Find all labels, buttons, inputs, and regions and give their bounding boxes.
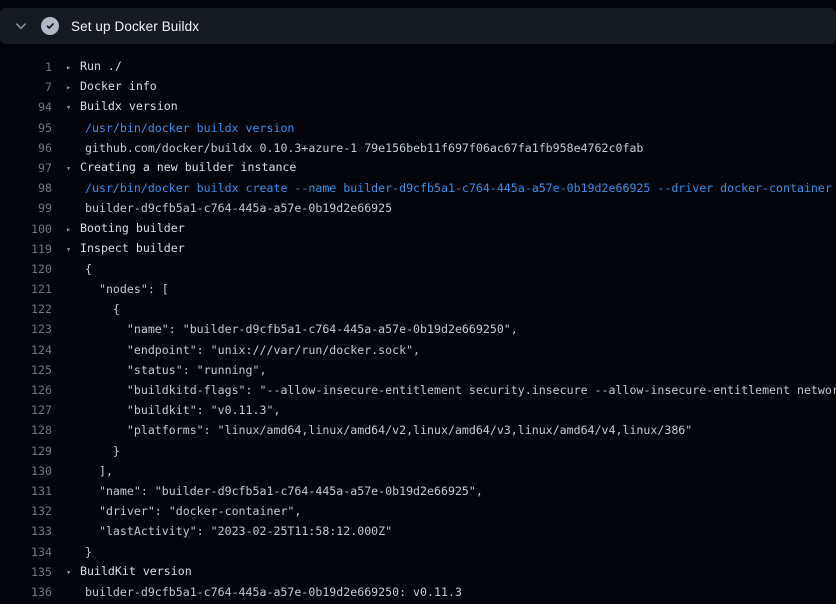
- line-number[interactable]: 132: [0, 501, 52, 521]
- output-text: github.com/docker/buildx 0.10.3+azure-1 …: [66, 138, 643, 158]
- log-line: 128 "platforms": "linux/amd64,linux/amd6…: [0, 420, 836, 440]
- chevron-down-icon[interactable]: [14, 19, 28, 33]
- log-line[interactable]: 94 ▾Buildx version: [0, 97, 836, 117]
- line-number[interactable]: 135: [0, 562, 52, 582]
- line-number[interactable]: 129: [0, 441, 52, 461]
- output-text: builder-d9cfb5a1-c764-445a-a57e-0b19d2e6…: [66, 582, 462, 602]
- line-number[interactable]: 94: [0, 97, 52, 117]
- group-title[interactable]: Booting builder: [80, 221, 185, 235]
- line-number[interactable]: 1: [0, 57, 52, 77]
- step-title: Set up Docker Buildx: [71, 19, 199, 34]
- line-number[interactable]: 125: [0, 360, 52, 380]
- line-number[interactable]: 100: [0, 219, 52, 239]
- chevron-down-icon[interactable]: ▾: [66, 159, 80, 179]
- line-number[interactable]: 126: [0, 380, 52, 400]
- log-line: 136 builder-d9cfb5a1-c764-445a-a57e-0b19d…: [0, 582, 836, 602]
- step-header[interactable]: Set up Docker Buildx: [0, 8, 836, 44]
- log-line: 129 }: [0, 441, 836, 461]
- output-text: {: [66, 299, 120, 319]
- log-line[interactable]: 135 ▾BuildKit version: [0, 562, 836, 582]
- log-line: 123 "name": "builder-d9cfb5a1-c764-445a-…: [0, 319, 836, 339]
- line-number[interactable]: 98: [0, 178, 52, 198]
- line-number[interactable]: 120: [0, 259, 52, 279]
- line-number[interactable]: 95: [0, 118, 52, 138]
- group-title[interactable]: Docker info: [80, 79, 157, 93]
- line-number[interactable]: 127: [0, 400, 52, 420]
- command-text: /usr/bin/docker buildx version: [66, 118, 294, 138]
- log-line: 122 {: [0, 299, 836, 319]
- output-text: "driver": "docker-container",: [66, 501, 301, 521]
- output-text: "nodes": [: [66, 279, 169, 299]
- log-line: 132 "driver": "docker-container",: [0, 501, 836, 521]
- line-number[interactable]: 136: [0, 582, 52, 602]
- output-text: "platforms": "linux/amd64,linux/amd64/v2…: [66, 420, 692, 440]
- line-number[interactable]: 131: [0, 481, 52, 501]
- output-text: "name": "builder-d9cfb5a1-c764-445a-a57e…: [66, 481, 483, 501]
- log-line[interactable]: 119 ▾Inspect builder: [0, 239, 836, 259]
- log-line: 130 ],: [0, 461, 836, 481]
- log-line: 124 "endpoint": "unix:///var/run/docker.…: [0, 340, 836, 360]
- line-number[interactable]: 96: [0, 138, 52, 158]
- chevron-down-icon[interactable]: ▾: [66, 240, 80, 260]
- chevron-down-icon[interactable]: ▾: [66, 563, 80, 583]
- group-title[interactable]: BuildKit version: [80, 564, 192, 578]
- log-line: 98/usr/bin/docker buildx create --name b…: [0, 178, 836, 198]
- output-text: "buildkit": "v0.11.3",: [66, 400, 280, 420]
- output-text: }: [66, 542, 92, 562]
- output-text: "name": "builder-d9cfb5a1-c764-445a-a57e…: [66, 319, 518, 339]
- group-title[interactable]: Creating a new builder instance: [80, 160, 296, 174]
- log-line[interactable]: 97 ▾Creating a new builder instance: [0, 158, 836, 178]
- output-text: "buildkitd-flags": "--allow-insecure-ent…: [66, 380, 836, 400]
- chevron-right-icon[interactable]: ▸: [66, 78, 80, 98]
- log-line[interactable]: 1 ▸Run ./: [0, 57, 836, 77]
- output-text: "lastActivity": "2023-02-25T11:58:12.000…: [66, 521, 392, 541]
- log-line[interactable]: 7 ▸Docker info: [0, 77, 836, 97]
- log-line: 127 "buildkit": "v0.11.3",: [0, 400, 836, 420]
- line-number[interactable]: 97: [0, 158, 52, 178]
- command-text: /usr/bin/docker buildx create --name bui…: [66, 178, 836, 198]
- chevron-right-icon[interactable]: ▸: [66, 220, 80, 240]
- group-title[interactable]: Buildx version: [80, 99, 178, 113]
- line-number[interactable]: 121: [0, 279, 52, 299]
- line-number[interactable]: 133: [0, 521, 52, 541]
- group-title[interactable]: Run ./: [80, 59, 122, 73]
- output-text: }: [66, 441, 120, 461]
- log-line: 133 "lastActivity": "2023-02-25T11:58:12…: [0, 521, 836, 541]
- line-number[interactable]: 119: [0, 239, 52, 259]
- log-line: 126 "buildkitd-flags": "--allow-insecure…: [0, 380, 836, 400]
- log-line: 125 "status": "running",: [0, 360, 836, 380]
- log-viewer: 1▸Run ./7▸Docker info94▾Buildx version95…: [0, 57, 836, 602]
- log-line[interactable]: 100 ▸Booting builder: [0, 219, 836, 239]
- line-number[interactable]: 134: [0, 542, 52, 562]
- group-title[interactable]: Inspect builder: [80, 241, 185, 255]
- output-text: "endpoint": "unix:///var/run/docker.sock…: [66, 340, 420, 360]
- log-line: 131 "name": "builder-d9cfb5a1-c764-445a-…: [0, 481, 836, 501]
- log-line: 120 {: [0, 259, 836, 279]
- line-number[interactable]: 7: [0, 77, 52, 97]
- output-text: builder-d9cfb5a1-c764-445a-a57e-0b19d2e6…: [66, 198, 392, 218]
- check-circle-icon: [41, 17, 59, 35]
- log-line: 95/usr/bin/docker buildx version: [0, 118, 836, 138]
- log-line: 99 builder-d9cfb5a1-c764-445a-a57e-0b19d2…: [0, 198, 836, 218]
- output-text: ],: [66, 461, 113, 481]
- output-text: "status": "running",: [66, 360, 266, 380]
- line-number[interactable]: 123: [0, 319, 52, 339]
- line-number[interactable]: 99: [0, 198, 52, 218]
- log-line: 121 "nodes": [: [0, 279, 836, 299]
- line-number[interactable]: 124: [0, 340, 52, 360]
- log-line: 134}: [0, 542, 836, 562]
- line-number[interactable]: 122: [0, 299, 52, 319]
- log-line: 96 github.com/docker/buildx 0.10.3+azure-…: [0, 138, 836, 158]
- output-text: {: [66, 259, 92, 279]
- line-number[interactable]: 130: [0, 461, 52, 481]
- chevron-right-icon[interactable]: ▸: [66, 58, 80, 78]
- line-number[interactable]: 128: [0, 420, 52, 440]
- chevron-down-icon[interactable]: ▾: [66, 98, 80, 118]
